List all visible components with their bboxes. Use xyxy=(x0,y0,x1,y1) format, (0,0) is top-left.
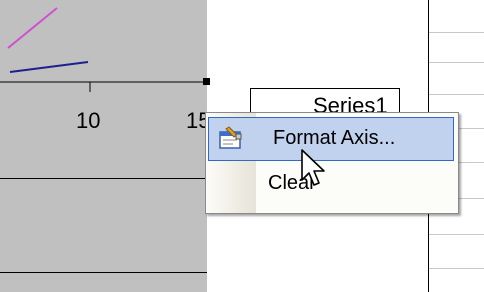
menu-item-label: Format Axis... xyxy=(273,127,396,149)
gridline xyxy=(429,268,484,269)
chart-series-canvas xyxy=(0,7,207,92)
selection-handle[interactable] xyxy=(203,78,210,85)
menu-item-clear[interactable]: Clear xyxy=(206,165,458,209)
gridline xyxy=(429,32,484,33)
gridline xyxy=(0,272,207,273)
gridline xyxy=(429,234,484,235)
gridline xyxy=(429,62,484,63)
context-menu: Format Axis... Clear xyxy=(205,112,459,214)
gridline xyxy=(429,94,484,95)
mouse-cursor-icon xyxy=(301,149,325,186)
x-tick-label: 10 xyxy=(76,108,101,133)
gridline xyxy=(0,178,207,179)
menu-item-format-axis[interactable]: Format Axis... xyxy=(208,117,454,161)
series-magenta-line xyxy=(7,7,58,49)
series1-line xyxy=(9,61,89,73)
format-axis-icon xyxy=(219,126,242,149)
